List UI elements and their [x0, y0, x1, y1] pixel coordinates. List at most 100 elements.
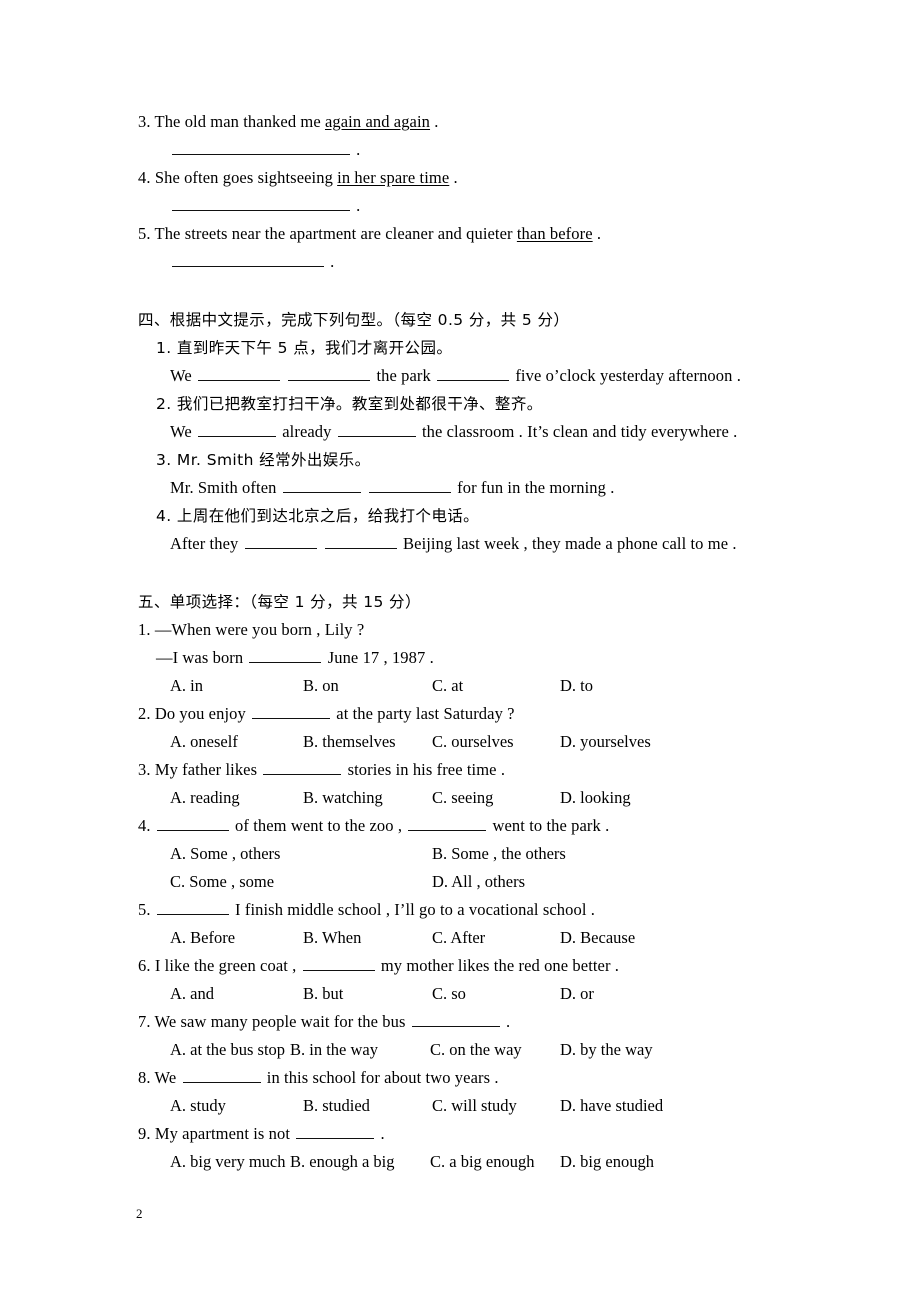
fill-blank[interactable] [368, 477, 451, 493]
option-a[interactable]: A. and [170, 980, 214, 1008]
option-c[interactable]: C. seeing [432, 784, 493, 812]
option-c[interactable]: C. at [432, 672, 463, 700]
fill-blank[interactable] [324, 533, 397, 549]
item-chinese-text: 我们已把教室打扫干净。教室到处都很干净、整齐。 [176, 395, 543, 413]
fill-blank[interactable] [263, 759, 342, 775]
question-text-after: at the party last Saturday ? [332, 704, 515, 723]
item-number: 4. [156, 507, 172, 525]
option-d[interactable]: D. Because [560, 924, 635, 952]
option-d[interactable]: D. yourselves [560, 728, 651, 756]
fill-blank[interactable] [288, 365, 371, 381]
sentence-part [282, 366, 286, 385]
section-four-item-chinese: 1. 直到昨天下午 5 点，我们才离开公园。 [138, 334, 838, 362]
option-d[interactable]: D. All , others [432, 868, 525, 896]
item-text: She often goes sightseeing [154, 168, 338, 187]
option-d[interactable]: D. by the way [560, 1036, 653, 1064]
answer-blank[interactable] [172, 195, 350, 211]
option-row: A. study B. studied C. will study D. hav… [138, 1092, 838, 1120]
option-a[interactable]: A. study [170, 1092, 226, 1120]
section-four-item-english: After they Beijing last week , they made… [138, 530, 838, 558]
underlined-phrase: than before [516, 224, 593, 243]
option-a[interactable]: A. in [170, 672, 203, 700]
question-number: 3. [138, 760, 151, 779]
option-d[interactable]: D. have studied [560, 1092, 663, 1120]
option-b[interactable]: B. on [303, 672, 339, 700]
fill-blank[interactable] [296, 1123, 375, 1139]
fill-blank[interactable] [337, 421, 416, 437]
option-d[interactable]: D. looking [560, 784, 631, 812]
question-text-after: June 17 , 1987 . [323, 648, 434, 667]
fill-blank[interactable] [198, 365, 281, 381]
option-b[interactable]: B. When [303, 924, 361, 952]
question-number: 6. [138, 956, 151, 975]
option-row: A. oneself B. themselves C. ourselves D.… [138, 728, 838, 756]
question-stem: 8. We in this school for about two years… [138, 1064, 838, 1092]
option-c[interactable]: C. on the way [430, 1036, 522, 1064]
question-text: —I was born [156, 648, 248, 667]
option-d[interactable]: D. big enough [560, 1148, 654, 1176]
sentence-part: We [170, 422, 197, 441]
question-stem: 6. I like the green coat , my mother lik… [138, 952, 838, 980]
fill-blank[interactable] [198, 421, 277, 437]
option-row: A. big very much B. enough a big C. a bi… [138, 1148, 838, 1176]
fill-blank[interactable] [282, 477, 361, 493]
option-a[interactable]: A. oneself [170, 728, 238, 756]
option-b[interactable]: B. but [303, 980, 343, 1008]
sentence-part: the classroom . It’s clean and tidy ever… [417, 422, 738, 441]
sentence-part: the park [372, 366, 436, 385]
question-text: We [154, 1068, 181, 1087]
fill-blank[interactable] [156, 899, 229, 915]
option-a[interactable]: A. reading [170, 784, 240, 812]
option-d[interactable]: D. or [560, 980, 594, 1008]
fill-blank[interactable] [302, 955, 375, 971]
question-stem: 9. My apartment is not . [138, 1120, 838, 1148]
section-four-item-chinese: 3. Mr. Smith 经常外出娱乐。 [138, 446, 838, 474]
option-b[interactable]: B. watching [303, 784, 383, 812]
section-four-item-chinese: 4. 上周在他们到达北京之后，给我打个电话。 [138, 502, 838, 530]
option-c[interactable]: C. ourselves [432, 728, 514, 756]
option-row: A. Before B. When C. After D. Because [138, 924, 838, 952]
answer-blank[interactable] [172, 139, 350, 155]
fill-blank[interactable] [249, 647, 322, 663]
option-b[interactable]: B. themselves [303, 728, 396, 756]
option-b[interactable]: B. Some , the others [432, 840, 566, 868]
question-text: We saw many people wait for the bus [154, 1012, 410, 1031]
fill-blank[interactable] [437, 365, 510, 381]
option-c[interactable]: C. so [432, 980, 466, 1008]
option-d[interactable]: D. to [560, 672, 593, 700]
answer-line-row: . [138, 136, 838, 164]
question-text-after: stories in his free time . [343, 760, 506, 779]
item-number: 2. [156, 395, 172, 413]
option-b[interactable]: B. in the way [290, 1036, 378, 1064]
fill-blank[interactable] [411, 1011, 500, 1027]
page-content: 3. The old man thanked me again and agai… [138, 108, 838, 1176]
option-row: A. reading B. watching C. seeing D. look… [138, 784, 838, 812]
fill-blank[interactable] [182, 1067, 261, 1083]
option-c[interactable]: C. will study [432, 1092, 517, 1120]
option-a[interactable]: A. at the bus stop [170, 1036, 285, 1064]
fill-blank[interactable] [156, 815, 229, 831]
fill-blank[interactable] [244, 533, 317, 549]
question-number: 9. [138, 1124, 151, 1143]
fill-blank[interactable] [408, 815, 487, 831]
option-a[interactable]: A. big very much [170, 1148, 285, 1176]
option-row: C. Some , some D. All , others [138, 868, 838, 896]
item-text: The streets near the apartment are clean… [154, 224, 517, 243]
section-four-item-english: We already the classroom . It’s clean an… [138, 418, 838, 446]
answer-blank[interactable] [172, 251, 324, 267]
exercise-item: 4. She often goes sightseeing in her spa… [138, 164, 838, 192]
question-text-after: my mother likes the red one better . [376, 956, 620, 975]
option-a[interactable]: A. Before [170, 924, 235, 952]
item-chinese-text: 上周在他们到达北京之后，给我打个电话。 [176, 507, 480, 525]
question-stem: 4. of them went to the zoo , went to the… [138, 812, 838, 840]
option-c[interactable]: C. After [432, 924, 485, 952]
fill-blank[interactable] [252, 703, 331, 719]
underlined-phrase: in her spare time [337, 168, 450, 187]
option-a[interactable]: A. Some , others [170, 840, 280, 868]
sentence-part [319, 534, 323, 553]
option-c[interactable]: C. a big enough [430, 1148, 535, 1176]
option-b[interactable]: B. studied [303, 1092, 370, 1120]
option-c[interactable]: C. Some , some [170, 868, 274, 896]
option-b[interactable]: B. enough a big [290, 1148, 395, 1176]
